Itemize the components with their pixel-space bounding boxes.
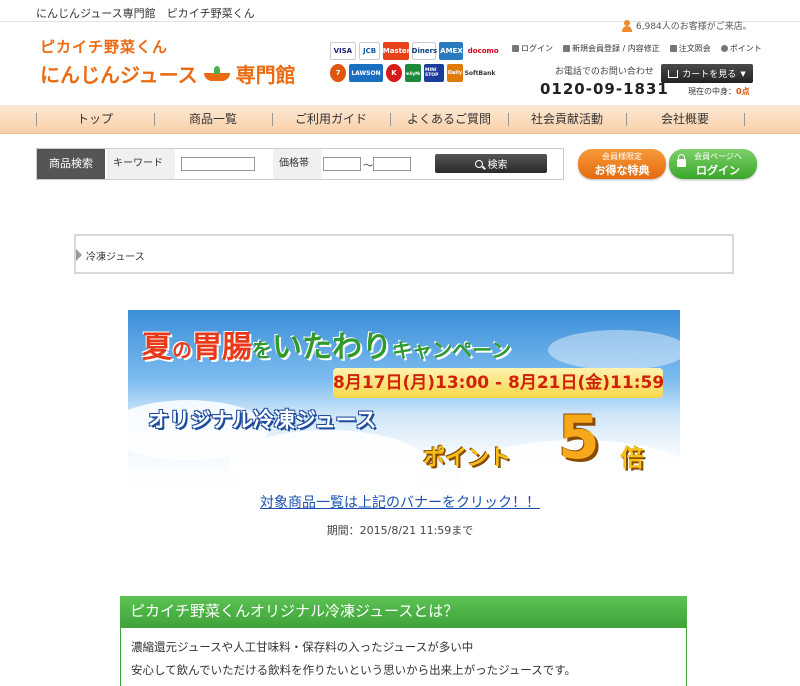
search-button[interactable]: 検索 xyxy=(435,154,547,173)
about-line2: 安心して飲んでいただける飲料を作りたいという思いから出来上がったジュースです。 xyxy=(131,663,577,677)
campaign-banner[interactable]: 夏の胃腸をいたわりキャンペーン 8月17日(月)13:00 - 8月21日(金)… xyxy=(128,310,680,485)
docomo-logo: docomo xyxy=(466,42,500,60)
banner-product-line: オリジナル冷凍ジュース xyxy=(148,408,377,432)
lock-icon xyxy=(677,154,686,167)
familymart-logo: FamilyMart xyxy=(405,64,421,82)
banner-point-label: ポイント xyxy=(423,446,512,471)
about-heading: ピカイチ野菜くんオリジナル冷凍ジュースとは？ xyxy=(120,596,687,627)
banner-period: 8月17日(月)13:00 - 8月21日(金)11:59 xyxy=(333,368,664,398)
banner-times: 倍 xyxy=(620,444,644,472)
breadcrumb: 冷凍ジュース xyxy=(74,234,734,274)
login-link[interactable]: ログイン xyxy=(512,43,553,54)
diners-logo: Diners xyxy=(412,42,437,60)
seven-eleven-logo: 7 xyxy=(330,64,346,82)
nav-item-social[interactable]: 社会貢献活動 xyxy=(508,105,626,134)
amex-logo: AMEX xyxy=(439,42,464,60)
daily-logo: Daily xyxy=(447,64,463,82)
cart-icon xyxy=(668,69,679,78)
search-icon xyxy=(474,159,483,168)
logo-line2b: 専門館 xyxy=(235,63,296,87)
main-nav: トップ 商品一覧 ご利用ガイド よくあるご質問 社会貢献活動 会社概要 xyxy=(0,105,800,134)
person-icon xyxy=(622,19,632,32)
cart-status-label: 現在の中身： xyxy=(688,87,736,96)
benefit-top-label: 会員様限定 xyxy=(602,152,642,161)
site-tagline: にんじんジュース専門館 ピカイチ野菜くん xyxy=(36,7,255,20)
orders-link[interactable]: 注文照会 xyxy=(669,43,711,54)
visa-logo: VISA xyxy=(330,42,356,60)
jcb-logo: JCB xyxy=(358,42,381,60)
view-cart-button[interactable]: カートを見る ▼ xyxy=(661,64,753,83)
ministop-logo: MINI STOP xyxy=(424,64,444,82)
price-label: 価格帯 xyxy=(273,149,321,179)
logo-line2a: にんじんジュース xyxy=(40,63,198,87)
member-benefit-button[interactable]: 会員様限定 お得な特典 xyxy=(578,149,666,179)
phone-number: 0120-09-1831 xyxy=(540,80,669,98)
nav-item-company[interactable]: 会社概要 xyxy=(626,105,744,134)
nav-item-top[interactable]: トップ xyxy=(36,105,154,134)
point-icon xyxy=(720,45,728,52)
circlek-logo: K xyxy=(386,64,402,82)
about-body: 濃縮還元ジュースや人工甘味料・保存料の入ったジュースが多い中 安心して飲んでいた… xyxy=(120,627,687,686)
nav-item-products[interactable]: 商品一覧 xyxy=(154,105,272,134)
register-link[interactable]: 新規会員登録 / 内容修正 xyxy=(563,43,660,54)
keyword-input[interactable] xyxy=(181,157,255,171)
nav-separator xyxy=(744,113,745,126)
lawson-logo: LAWSON xyxy=(349,64,383,82)
cloud-shape xyxy=(548,330,680,370)
search-label: 商品検索 xyxy=(37,149,105,179)
carrot-bowl-icon xyxy=(202,65,232,82)
nav-item-guide[interactable]: ご利用ガイド xyxy=(272,105,390,134)
user-icon xyxy=(563,45,570,52)
logo-line2: にんじんジュース 専門館 xyxy=(40,59,296,88)
softbank-logo: SoftBank xyxy=(465,64,495,82)
points-link[interactable]: ポイント xyxy=(720,43,762,54)
cart-count: 0点 xyxy=(736,87,750,96)
nav-item-faq[interactable]: よくあるご質問 xyxy=(390,105,508,134)
banner-multiplier: 5 xyxy=(558,403,600,473)
mastercard-logo: Master xyxy=(383,42,410,60)
list-icon xyxy=(669,45,677,52)
site-logo[interactable]: ピカイチ野菜くん にんじんジュース 専門館 xyxy=(40,36,296,88)
visitor-count-text: 6,984人のお客様がご来店。 xyxy=(636,22,752,32)
promo-link[interactable]: 対象商品一覧は上記のバナーをクリック！！ xyxy=(0,492,800,512)
view-cart-label: カートを見る xyxy=(682,70,737,80)
visitor-counter: 6,984人のお客様がご来店。 xyxy=(622,19,752,32)
search-button-label: 検索 xyxy=(487,160,508,171)
lock-icon xyxy=(512,45,519,52)
phone-contact: お電話でのお問い合わせ 0120-09-1831 xyxy=(540,64,669,98)
price-tilde: 〜 xyxy=(363,161,373,172)
logo-line1: ピカイチ野菜くん xyxy=(40,38,169,56)
phone-label: お電話でのお問い合わせ xyxy=(554,67,654,77)
benefit-bottom-label: お得な特典 xyxy=(594,164,650,177)
breadcrumb-current: 冷凍ジュース xyxy=(86,252,145,263)
breadcrumb-arrow-icon xyxy=(76,249,82,261)
price-min-input[interactable] xyxy=(323,157,361,171)
promo-period: 期間：2015/8/21 11:59まで xyxy=(326,524,474,537)
banner-headline: 夏の胃腸をいたわりキャンペーン xyxy=(142,330,511,365)
about-line1: 濃縮還元ジュースや人工甘味料・保存料の入ったジュースが多い中 xyxy=(131,640,474,654)
user-links: ログイン 新規会員登録 / 内容修正 注文照会 ポイント xyxy=(512,43,762,54)
payment-logos: VISA JCB Master Diners AMEX docomo 7 LAW… xyxy=(330,42,500,86)
chevron-down-icon: ▼ xyxy=(740,69,746,78)
price-max-input[interactable] xyxy=(373,157,411,171)
keyword-label: キーワード xyxy=(107,149,175,179)
member-login-button[interactable]: 会員ページへ ログイン xyxy=(669,149,757,179)
product-search-bar: 商品検索 キーワード 価格帯 〜 検索 xyxy=(36,148,564,180)
cart-status: 現在の中身：0点 xyxy=(688,86,750,97)
